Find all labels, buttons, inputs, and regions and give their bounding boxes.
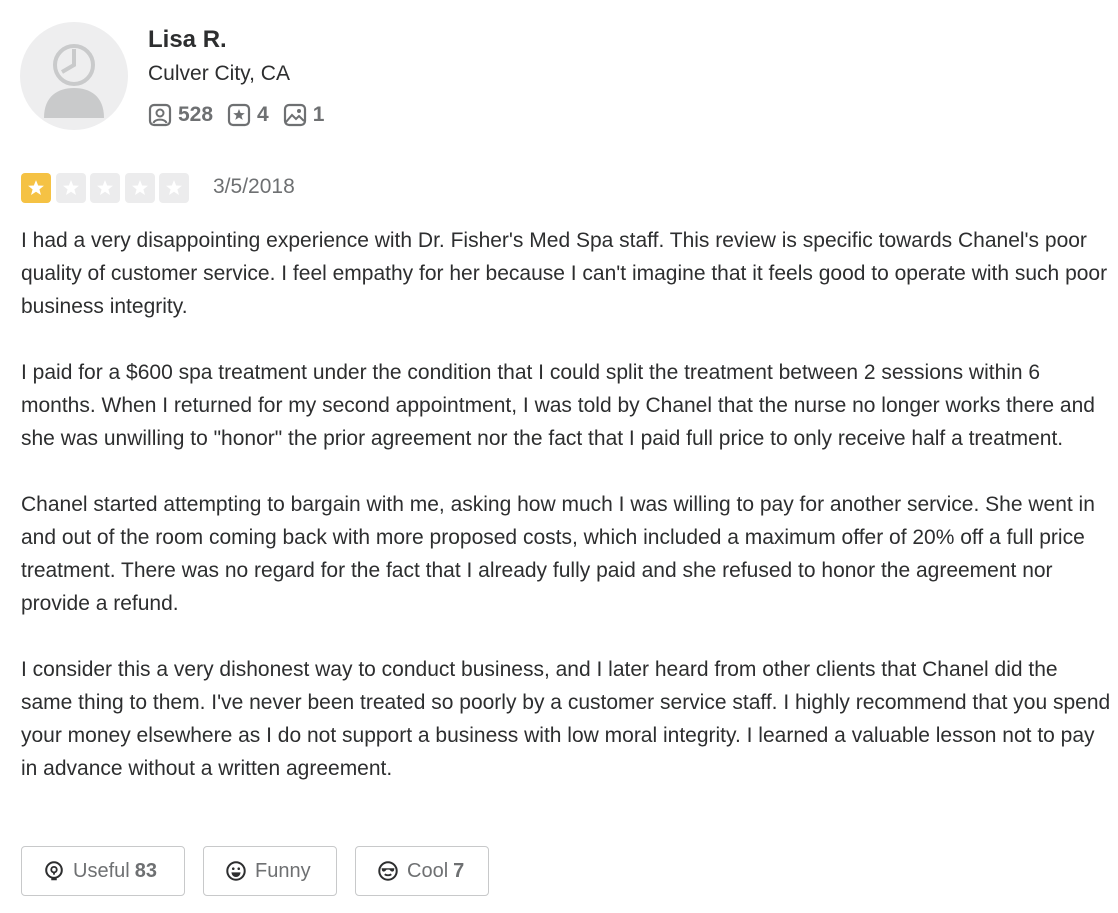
friends-stat: 528	[148, 103, 213, 127]
reaction-buttons: Useful 83 Funny Cool 7	[21, 846, 507, 896]
user-stats: 528 4 1	[148, 101, 338, 129]
star-empty	[55, 173, 86, 203]
reviews-stat: 4	[227, 103, 269, 127]
star-rating	[21, 173, 194, 203]
cool-label: Cool	[407, 859, 449, 882]
lightbulb-icon	[45, 861, 63, 881]
smiley-icon	[226, 861, 246, 881]
cool-count: 7	[453, 859, 465, 882]
star-empty	[159, 173, 189, 203]
review-paragraph: I consider this a very dishonest way to …	[21, 658, 1111, 780]
photos-stat: 1	[283, 103, 325, 127]
sunglasses-icon	[378, 861, 398, 881]
useful-count: 83	[134, 859, 157, 882]
star-filled	[21, 173, 51, 203]
star-icon	[166, 180, 182, 195]
default-user-icon	[44, 44, 104, 118]
friends-count: 528	[178, 103, 214, 126]
useful-label: Useful	[73, 859, 130, 882]
review-text: I had a very disappointing experience wi…	[21, 224, 1113, 785]
photo-icon	[283, 103, 306, 127]
star-icon	[97, 180, 113, 195]
review-paragraph: Chanel started attempting to bargain wit…	[21, 493, 1095, 615]
star-icon	[62, 180, 79, 195]
useful-button[interactable]: Useful 83	[21, 846, 185, 896]
star-icon	[28, 180, 44, 195]
review-paragraph: I paid for a $600 spa treatment under th…	[21, 361, 1095, 450]
review-date: 3/5/2018	[213, 175, 295, 198]
funny-label: Funny	[255, 859, 311, 882]
user-location: Culver City, CA	[148, 62, 290, 85]
avatar[interactable]	[20, 22, 128, 130]
cool-button[interactable]: Cool 7	[355, 846, 489, 896]
friends-icon	[148, 103, 172, 127]
review-paragraph: I had a very disappointing experience wi…	[21, 229, 1108, 318]
user-name[interactable]: Lisa R.	[148, 26, 227, 54]
photos-count: 1	[312, 103, 325, 126]
review-star-icon	[227, 103, 251, 127]
star-icon	[131, 180, 148, 195]
star-empty	[124, 173, 155, 203]
funny-button[interactable]: Funny	[203, 846, 337, 896]
reviews-count: 4	[257, 103, 269, 126]
star-empty	[90, 173, 120, 203]
